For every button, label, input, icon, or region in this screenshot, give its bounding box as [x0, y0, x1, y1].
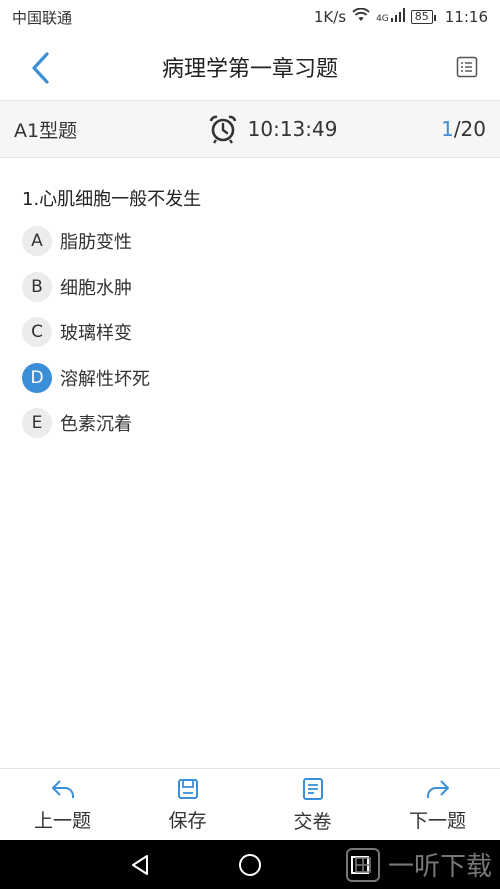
question-progress: 1/20 [441, 117, 486, 141]
bottom-toolbar: 上一题 保存 交卷 下一题 [0, 768, 500, 841]
network-type: 4G [376, 14, 389, 24]
option-text: 脂肪变性 [60, 232, 132, 253]
option-a[interactable]: A 脂肪变性 [22, 225, 150, 257]
option-text: 玻璃样变 [60, 323, 132, 344]
submit-label: 交卷 [293, 810, 332, 833]
clock-time: 11:16 [444, 8, 488, 26]
save-icon [177, 778, 198, 799]
list-icon [456, 56, 478, 78]
watermark-logo-icon [345, 847, 380, 882]
carrier-label: 中国联通 [12, 8, 73, 27]
alarm-clock-icon [209, 115, 236, 144]
system-home-button[interactable] [195, 853, 305, 877]
nav-bar: 病理学第一章习题 [0, 34, 500, 100]
reply-left-icon [51, 779, 74, 798]
option-text: 色素沉着 [60, 414, 132, 435]
question-text: 1.心肌细胞一般不发生 [22, 189, 202, 210]
forward-right-icon [426, 779, 449, 798]
option-c[interactable]: C 玻璃样变 [22, 316, 150, 348]
timer: 10:13:49 [104, 114, 441, 144]
battery-icon: 85 [410, 10, 436, 24]
prev-question-button[interactable]: 上一题 [0, 769, 125, 841]
next-question-button[interactable]: 下一题 [375, 769, 500, 841]
watermark: 一听下载 [345, 846, 492, 883]
option-b[interactable]: B 细胞水肿 [22, 271, 150, 303]
triangle-back-icon [132, 854, 148, 875]
option-letter: D [22, 362, 52, 393]
option-letter: C [22, 317, 52, 347]
option-d[interactable]: D 溶解性坏死 [22, 362, 150, 394]
option-text: 溶解性坏死 [60, 368, 150, 390]
network-speed: 1K/s [313, 8, 347, 26]
timer-value: 10:13:49 [247, 117, 338, 141]
chevron-left-icon [32, 52, 49, 84]
save-label: 保存 [168, 809, 207, 832]
option-letter: B [22, 271, 52, 302]
submit-button[interactable]: 交卷 [250, 769, 375, 841]
current-question-number: 1 [441, 117, 454, 141]
prev-question-label: 上一题 [33, 809, 91, 832]
back-button[interactable] [20, 48, 60, 88]
options-list: A 脂肪变性 B 细胞水肿 C 玻璃样变 D 溶解性坏死 E 色素沉着 [22, 225, 150, 453]
circle-home-icon [239, 853, 261, 876]
signal-icon [390, 8, 405, 26]
option-e[interactable]: E 色素沉着 [22, 407, 150, 439]
option-letter: A [22, 226, 52, 256]
wifi-icon [352, 7, 370, 26]
option-text: 细胞水肿 [60, 277, 132, 299]
info-bar: A1型题 10:13:49 1/20 [0, 100, 500, 158]
watermark-text: 一听下载 [387, 852, 492, 882]
page-title: 病理学第一章习题 [161, 57, 338, 82]
option-letter: E [22, 408, 52, 438]
save-button[interactable]: 保存 [125, 769, 250, 841]
next-question-label: 下一题 [408, 809, 466, 832]
question-list-button[interactable] [452, 52, 482, 82]
system-back-button[interactable] [85, 854, 195, 876]
total-questions: /20 [453, 117, 486, 141]
status-bar: 中国联通 1K/s 4G 85 11:16 [0, 0, 500, 34]
status-right: 1K/s 4G 85 11:16 [313, 7, 488, 26]
submit-paper-icon [302, 777, 323, 800]
